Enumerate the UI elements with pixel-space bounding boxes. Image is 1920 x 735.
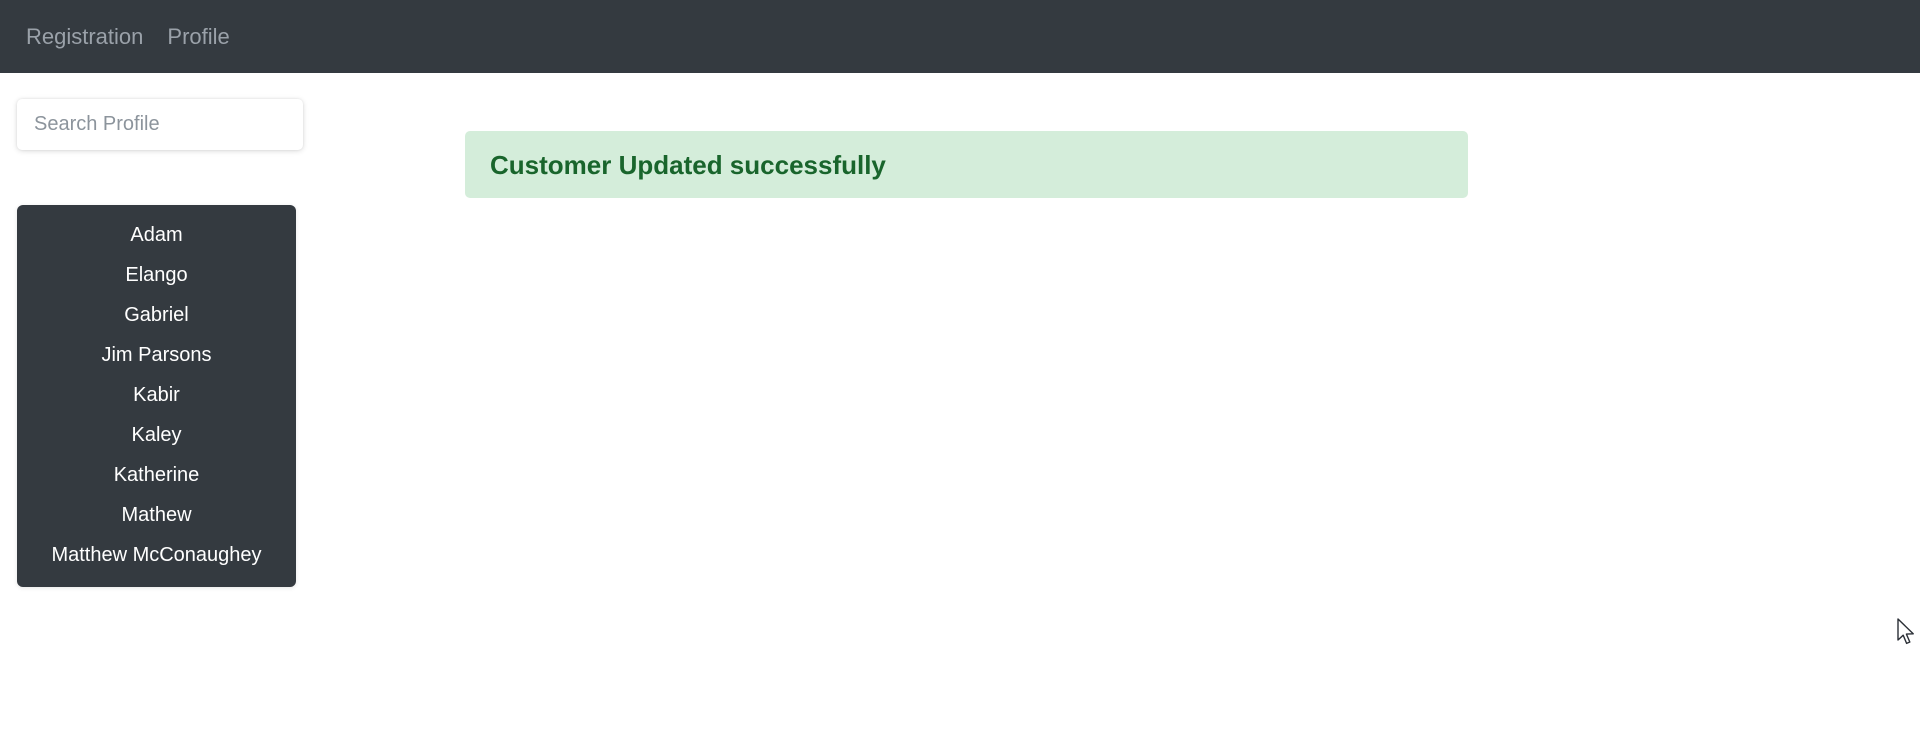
list-item[interactable]: Mathew [17,495,296,535]
list-item[interactable]: Elango [17,255,296,295]
list-item[interactable]: Jim Parsons [17,335,296,375]
top-navbar: Registration Profile [0,0,1920,73]
profile-list: Adam Elango Gabriel Jim Parsons Kabir Ka… [17,205,296,587]
nav-link-profile[interactable]: Profile [167,25,229,48]
list-item[interactable]: Gabriel [17,295,296,335]
list-item[interactable]: Adam [17,215,296,255]
nav-link-registration[interactable]: Registration [26,25,143,48]
main-content: Customer Updated successfully [330,73,1920,735]
search-input[interactable] [17,99,303,150]
list-item[interactable]: Kaley [17,415,296,455]
alert-message: Customer Updated successfully [490,149,886,180]
success-alert: Customer Updated successfully [465,131,1468,198]
list-item[interactable]: Kabir [17,375,296,415]
list-item[interactable]: Matthew McConaughey [17,535,296,575]
list-item[interactable]: Katherine [17,455,296,495]
